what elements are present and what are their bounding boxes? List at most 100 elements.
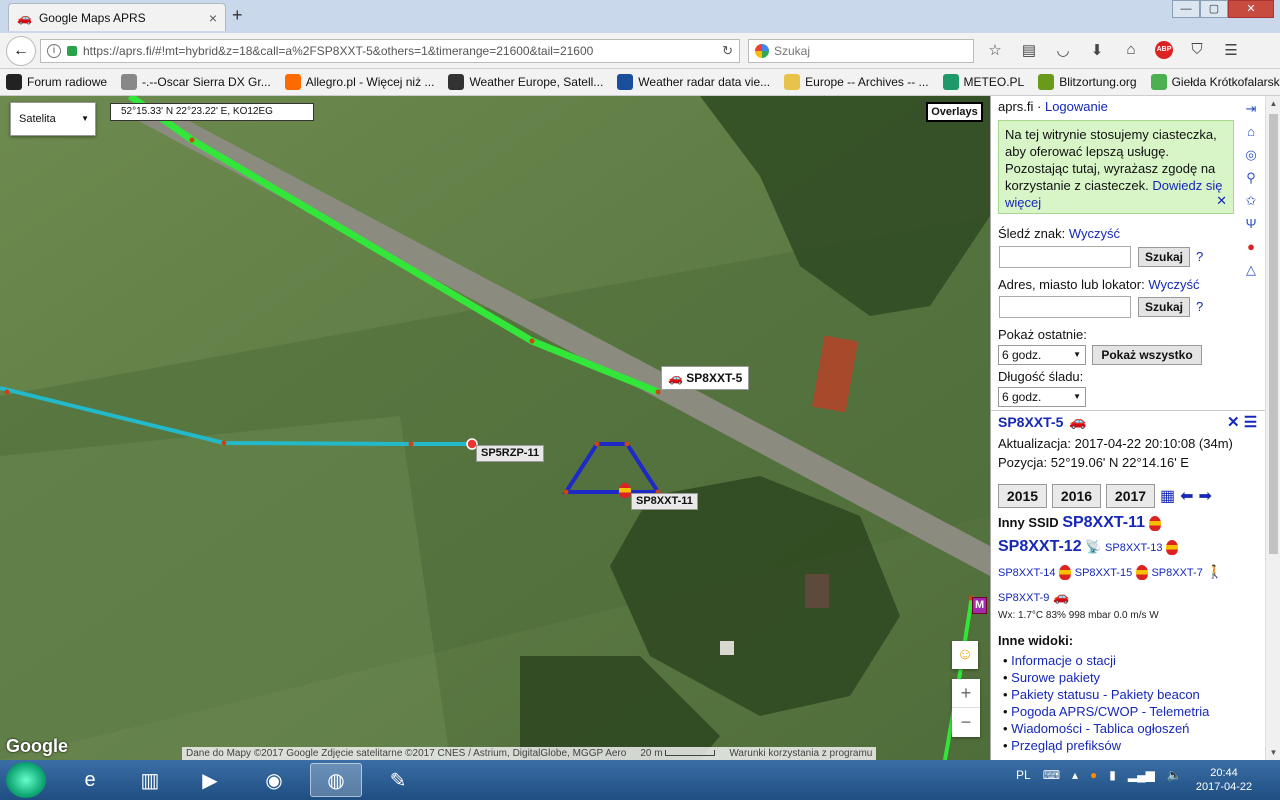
view-link-station-info[interactable]: Informacje o stacji xyxy=(1011,653,1116,668)
track-help-link[interactable]: ? xyxy=(1196,249,1203,264)
map-view[interactable]: 52°15.33' N 22°23.22' E, KO12EG Satelita… xyxy=(0,96,990,760)
new-tab-button[interactable]: + xyxy=(232,5,243,26)
close-window-button[interactable]: ✕ xyxy=(1228,0,1274,18)
map-label-rzp[interactable]: SP5RZP-11 xyxy=(476,445,545,462)
ssid-link-12[interactable]: SP8XXT-12 xyxy=(998,538,1082,555)
bookmark-item[interactable]: Giełda Krótkofalarska ... xyxy=(1150,74,1280,90)
browser-tab[interactable]: 🚗 Google Maps APRS × xyxy=(8,3,226,31)
compass-icon[interactable]: ◎ xyxy=(1242,146,1260,164)
firefox-icon[interactable]: ◍ xyxy=(310,763,362,797)
show-all-button[interactable]: Pokaż wszystko xyxy=(1092,345,1202,365)
page-scrollbar[interactable]: ▲ ▼ xyxy=(1265,96,1280,760)
terms-link[interactable]: Warunki korzystania z programu xyxy=(729,747,872,760)
back-button[interactable]: ← xyxy=(6,36,36,66)
adblock-icon[interactable]: ABP xyxy=(1155,41,1173,59)
antenna-icon[interactable]: ⚲ xyxy=(1242,169,1260,187)
scroll-thumb[interactable] xyxy=(1269,114,1278,554)
ssid-link-11[interactable]: SP8XXT-11 xyxy=(1062,514,1145,531)
view-link-weather[interactable]: Pogoda APRS/CWOP - Telemetria xyxy=(1011,704,1209,719)
avast-icon[interactable]: ● xyxy=(1090,768,1097,782)
address-search-button[interactable]: Szukaj xyxy=(1138,297,1190,317)
home-icon[interactable]: ⌂ xyxy=(1242,123,1260,141)
map-label-balloon[interactable]: SP8XXT-11 xyxy=(631,493,698,510)
bookmark-item[interactable]: -.--Oscar Sierra DX Gr... xyxy=(121,74,271,90)
show-last-select[interactable]: 6 godz. ▼ xyxy=(998,345,1086,365)
url-bar[interactable]: i https://aprs.fi/#!mt=hybrid&z=18&call=… xyxy=(40,39,740,63)
trail-length-select[interactable]: 6 godz. ▼ xyxy=(998,387,1086,407)
minimize-button[interactable]: — xyxy=(1172,0,1200,18)
volume-icon[interactable]: 🔈 xyxy=(1167,768,1182,782)
view-link-prefixes[interactable]: Przegląd prefiksów xyxy=(1011,738,1121,753)
ie-icon[interactable]: e xyxy=(64,763,116,797)
keyboard-icon[interactable]: ⌨ xyxy=(1043,768,1060,782)
bookmark-item[interactable]: Allegro.pl - Więcej niż ... xyxy=(284,74,434,90)
close-icon[interactable]: ✕ xyxy=(1227,414,1240,431)
shield-icon[interactable]: ⛉ xyxy=(1187,41,1207,59)
view-link-status-packets[interactable]: Pakiety statusu - Pakiety beacon xyxy=(1011,687,1200,702)
battery-icon[interactable]: ▮ xyxy=(1109,768,1116,782)
reading-list-icon[interactable]: ▤ xyxy=(1019,41,1039,59)
calendar-icon[interactable]: ▦ xyxy=(1160,486,1175,506)
tab-close-button[interactable]: × xyxy=(209,10,217,26)
ssid-link-7[interactable]: SP8XXT-7 xyxy=(1151,567,1202,579)
year-tab-2017[interactable]: 2017 xyxy=(1106,484,1155,508)
view-link-messages[interactable]: Wiadomości - Tablica ogłoszeń xyxy=(1011,721,1189,736)
address-input[interactable] xyxy=(999,296,1131,318)
callsign-input[interactable] xyxy=(999,246,1131,268)
menu-icon[interactable]: ☰ xyxy=(1221,41,1241,59)
scroll-up-icon[interactable]: ▲ xyxy=(1266,96,1280,111)
track-search-button[interactable]: Szukaj xyxy=(1138,247,1190,267)
bookmark-item[interactable]: METEO.PL xyxy=(942,74,1024,90)
ssid-link-9[interactable]: SP8XXT-9 xyxy=(998,592,1049,604)
ssid-link-14[interactable]: SP8XXT-14 xyxy=(998,567,1055,579)
collapse-arrow-icon[interactable]: ⇥ xyxy=(1242,100,1260,118)
star-icon[interactable]: ✩ xyxy=(1242,192,1260,210)
year-tab-2016[interactable]: 2016 xyxy=(1052,484,1101,508)
star-icon[interactable]: ☆ xyxy=(985,41,1005,59)
tower-icon[interactable]: Ψ xyxy=(1242,215,1260,233)
map-type-select[interactable]: Satelita ▼ xyxy=(10,102,96,136)
menu-icon[interactable]: ☰ xyxy=(1244,414,1257,431)
view-link-raw-packets[interactable]: Surowe pakiety xyxy=(1011,670,1100,685)
ssid-link-13[interactable]: SP8XXT-13 xyxy=(1105,542,1162,554)
url-text[interactable]: https://aprs.fi/#!mt=hybrid&z=18&call=a%… xyxy=(83,44,716,58)
track-clear-link[interactable]: Wyczyść xyxy=(1069,226,1120,241)
weather-icon[interactable]: ● xyxy=(1242,238,1260,256)
login-link[interactable]: Logowanie xyxy=(1045,99,1108,114)
zoom-out-button[interactable]: − xyxy=(952,708,980,737)
taskbar-clock[interactable]: 20:44 2017-04-22 xyxy=(1186,766,1262,794)
station-call[interactable]: SP8XXT-5 xyxy=(998,414,1063,430)
maximize-button[interactable]: ▢ xyxy=(1200,0,1228,18)
network-icon[interactable]: ▂▄▆ xyxy=(1128,768,1155,782)
paint-icon[interactable]: ✎ xyxy=(372,763,424,797)
bookmark-item[interactable]: Weather radar data vie... xyxy=(617,74,770,90)
street-view-pegman-icon[interactable]: ☺ xyxy=(952,641,978,669)
download-icon[interactable]: ⬇ xyxy=(1087,41,1107,59)
ssid-link-15[interactable]: SP8XXT-15 xyxy=(1075,567,1132,579)
overlays-button[interactable]: Overlays xyxy=(926,102,983,122)
reload-icon[interactable]: ↻ xyxy=(722,43,733,59)
map-canvas[interactable] xyxy=(0,96,990,760)
show-hidden-icon[interactable]: ▴ xyxy=(1072,768,1078,782)
close-icon[interactable]: ✕ xyxy=(1216,192,1227,209)
media-player-icon[interactable]: ▶ xyxy=(184,763,236,797)
balloon-icon[interactable] xyxy=(619,483,631,499)
triangle-icon[interactable]: △ xyxy=(1242,261,1260,279)
search-box[interactable] xyxy=(748,39,974,63)
station-title[interactable]: SP8XXT-5 🚗 xyxy=(998,413,1087,430)
address-clear-link[interactable]: Wyczyść xyxy=(1148,277,1199,292)
arrow-left-icon[interactable]: ⬅ xyxy=(1180,486,1193,506)
zoom-in-button[interactable]: + xyxy=(952,679,980,708)
start-button[interactable] xyxy=(6,762,46,798)
bookmark-item[interactable]: Blitzortung.org xyxy=(1038,74,1137,90)
arrow-right-icon[interactable]: ➡ xyxy=(1199,486,1212,506)
map-label-edge[interactable]: M xyxy=(972,597,988,614)
search-input[interactable] xyxy=(774,44,964,58)
explorer-icon[interactable]: ▥ xyxy=(124,763,176,797)
scroll-down-icon[interactable]: ▼ xyxy=(1266,745,1280,760)
bookmark-item[interactable]: Forum radiowe xyxy=(6,74,107,90)
bookmark-item[interactable]: Europe -- Archives -- ... xyxy=(784,74,929,90)
map-label-car[interactable]: 🚗 SP8XXT-5 xyxy=(661,366,750,390)
chrome-icon[interactable]: ◉ xyxy=(248,763,300,797)
home-icon[interactable]: ⌂ xyxy=(1121,41,1141,59)
